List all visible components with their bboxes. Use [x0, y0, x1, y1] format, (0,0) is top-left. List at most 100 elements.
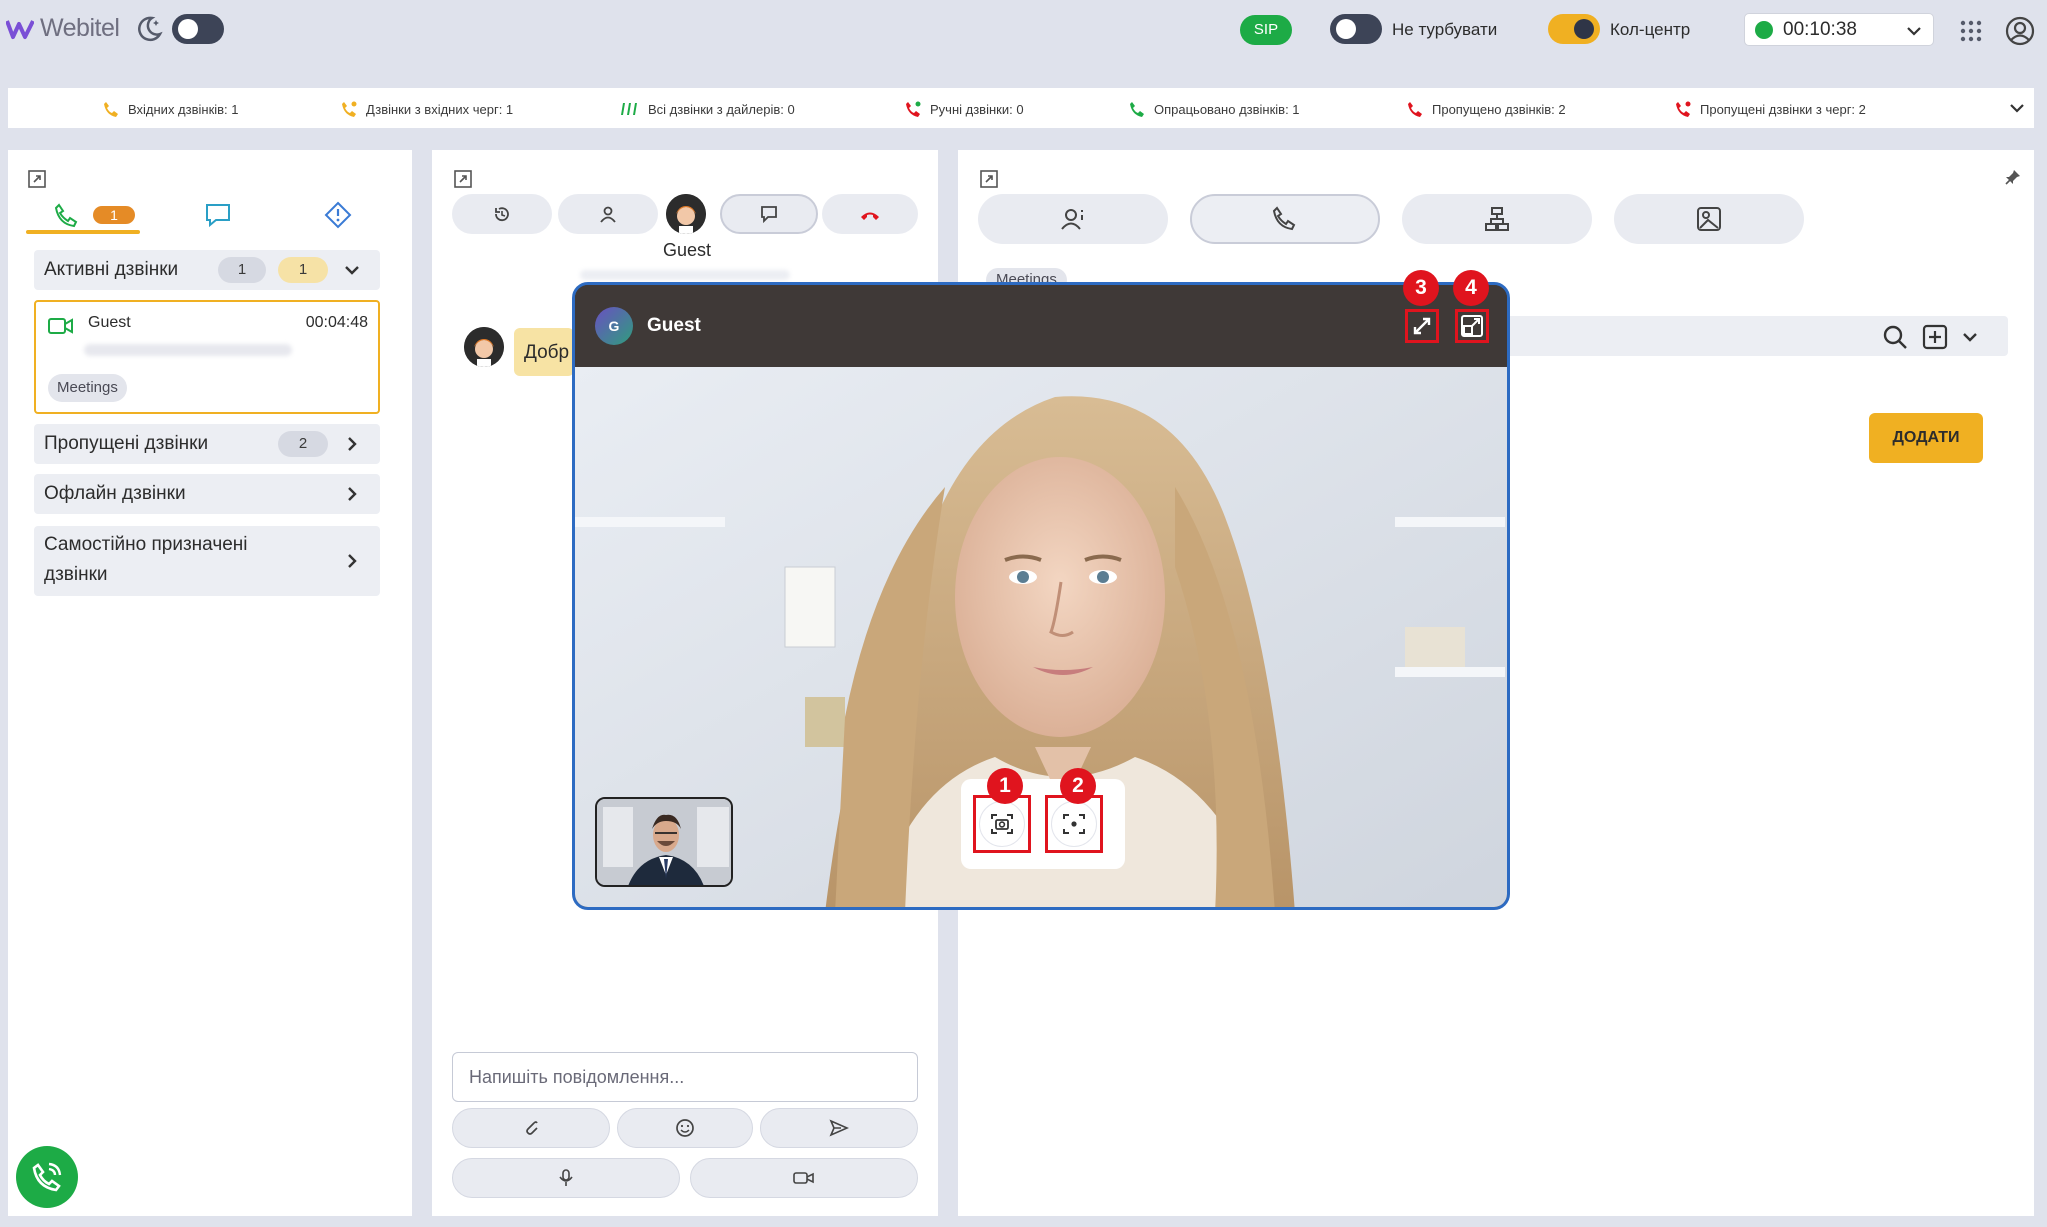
- send-icon: [829, 1119, 849, 1137]
- emoji-icon: [676, 1119, 694, 1137]
- missed-queue-icon: [1676, 101, 1691, 117]
- moon-icon: [134, 14, 164, 44]
- calls-panel: 1 Активні дзвінки 1 1 Guest 00:04:48 Mee…: [8, 150, 412, 1216]
- chevron-right-icon: [348, 554, 357, 568]
- status-timer: 00:10:38: [1783, 18, 1857, 40]
- call-card-tag: Meetings: [48, 374, 127, 402]
- chat-message-avatar: [464, 327, 504, 367]
- webitel-logo[interactable]: Webitel: [6, 14, 120, 43]
- marker-3: 3: [1403, 270, 1439, 306]
- calls-count-badge: 1: [93, 206, 135, 224]
- history-button[interactable]: [452, 194, 552, 234]
- phone-wave-icon: [32, 1162, 62, 1192]
- offline-calls-header[interactable]: Офлайн дзвінки: [34, 474, 380, 514]
- chevron-right-icon: [348, 487, 357, 501]
- chevron-down-icon: [1907, 27, 1921, 36]
- callcenter-label: Кол-центр: [1610, 20, 1691, 39]
- add-square-icon[interactable]: [1922, 324, 1948, 350]
- stats-expand-chevron-icon[interactable]: [2008, 99, 2026, 117]
- chevron-right-icon: [348, 437, 357, 451]
- expand-panel-icon[interactable]: [980, 170, 998, 188]
- expand-panel-icon[interactable]: [454, 170, 472, 188]
- guest-initial-avatar: G: [595, 307, 633, 345]
- missed-count-badge: 2: [278, 431, 328, 457]
- flow-diagram-icon: [1485, 207, 1509, 231]
- tab-active-underline: [26, 230, 140, 234]
- status-timer-select[interactable]: 00:10:38: [1744, 13, 1934, 46]
- stat-missed: Пропущено дзвінків: 2: [1406, 100, 1566, 118]
- logo-text: Webitel: [40, 14, 120, 42]
- softphone-fab[interactable]: [16, 1146, 78, 1208]
- call-tab[interactable]: [1190, 194, 1380, 244]
- chat-toggle-button[interactable]: [720, 194, 818, 234]
- incoming-call-icon: [104, 102, 118, 117]
- chat-message-bubble: Добр: [514, 328, 574, 376]
- chat-icon: [206, 204, 230, 228]
- phone-icon: [1272, 206, 1296, 231]
- search-icon[interactable]: [1882, 324, 1908, 350]
- tab-chats[interactable]: [188, 194, 248, 236]
- apps-grid-icon[interactable]: [1960, 20, 1982, 42]
- video-message-button[interactable]: [690, 1158, 918, 1198]
- stat-incoming: Вхідних дзвінків: 1: [102, 100, 239, 118]
- call-card-duration: 00:04:48: [305, 314, 368, 331]
- stat-missed-queue: Пропущені дзвінки з черг: 2: [1674, 100, 1866, 118]
- dialer-icon: [621, 103, 637, 115]
- marker-2: 2: [1060, 768, 1096, 804]
- stat-manual: Ручні дзвінки: 0: [904, 100, 1024, 118]
- local-video-preview[interactable]: [595, 797, 733, 887]
- minimize-window-button[interactable]: [1455, 309, 1489, 343]
- marker-1: 1: [987, 768, 1023, 804]
- status-dot: [1755, 20, 1773, 39]
- media-tab[interactable]: [1614, 194, 1804, 244]
- call-card-number-blurred: [84, 344, 292, 356]
- emoji-button[interactable]: [617, 1108, 753, 1148]
- video-camera-icon: [48, 318, 73, 334]
- chevron-down-icon: [345, 266, 359, 275]
- attach-button[interactable]: [452, 1108, 610, 1148]
- search-bar[interactable]: [1498, 316, 2008, 356]
- tab-tasks[interactable]: [308, 194, 368, 236]
- video-call-window[interactable]: G Guest: [572, 282, 1510, 910]
- local-video-image: [597, 799, 731, 885]
- voice-message-button[interactable]: [452, 1158, 680, 1198]
- user-account-icon[interactable]: [2005, 16, 2035, 46]
- fullscreen-arrows-icon: [1413, 317, 1431, 335]
- capture-controls: [961, 779, 1125, 869]
- missed-calls-header[interactable]: Пропущені дзвінки 2: [34, 424, 380, 464]
- add-button[interactable]: ДОДАТИ: [1869, 413, 1983, 463]
- message-input[interactable]: Напишіть повідомлення...: [452, 1052, 918, 1102]
- video-window-header[interactable]: G Guest: [575, 285, 1507, 367]
- stat-queue: Дзвінки з вхідних черг: 1: [340, 100, 513, 118]
- guest-avatar: [666, 194, 706, 234]
- callcenter-toggle[interactable]: [1548, 14, 1600, 44]
- fullscreen-button[interactable]: [1405, 309, 1439, 343]
- video-guest-name: Guest: [647, 315, 701, 336]
- manual-call-icon: [906, 101, 921, 117]
- contact-button[interactable]: [558, 194, 658, 234]
- person-info-icon: [1061, 209, 1083, 230]
- flow-tab[interactable]: [1402, 194, 1592, 244]
- theme-toggle[interactable]: [172, 14, 224, 44]
- pin-icon[interactable]: [2004, 168, 2022, 186]
- sip-badge[interactable]: SIP: [1240, 15, 1292, 45]
- chevron-down-icon[interactable]: [1960, 327, 1980, 347]
- hangup-icon: [861, 212, 879, 220]
- self-assigned-calls-header[interactable]: Самостійно призначені дзвінки: [34, 526, 380, 596]
- send-button[interactable]: [760, 1108, 918, 1148]
- focus-frame-icon: [1063, 814, 1085, 834]
- collapse-panel-icon[interactable]: [28, 170, 46, 188]
- active-call-card[interactable]: Guest 00:04:48 Meetings: [34, 300, 380, 414]
- processed-call-icon: [1130, 102, 1144, 117]
- active-pending-badge: 1: [278, 257, 328, 283]
- active-calls-header[interactable]: Активні дзвінки 1 1: [34, 250, 380, 290]
- agent-info-tab[interactable]: [978, 194, 1168, 244]
- task-diamond-icon: [324, 201, 352, 229]
- dnd-toggle[interactable]: [1330, 14, 1382, 44]
- stat-dialer: Всі дзвінки з дайлерів: 0: [620, 100, 795, 118]
- video-camera-icon: [793, 1172, 814, 1184]
- guest-label: Guest: [662, 240, 712, 260]
- call-stats-bar: Вхідних дзвінків: 1 Дзвінки з вхідних че…: [8, 88, 2034, 128]
- hangup-button[interactable]: [822, 194, 918, 234]
- camera-capture-icon: [991, 814, 1013, 834]
